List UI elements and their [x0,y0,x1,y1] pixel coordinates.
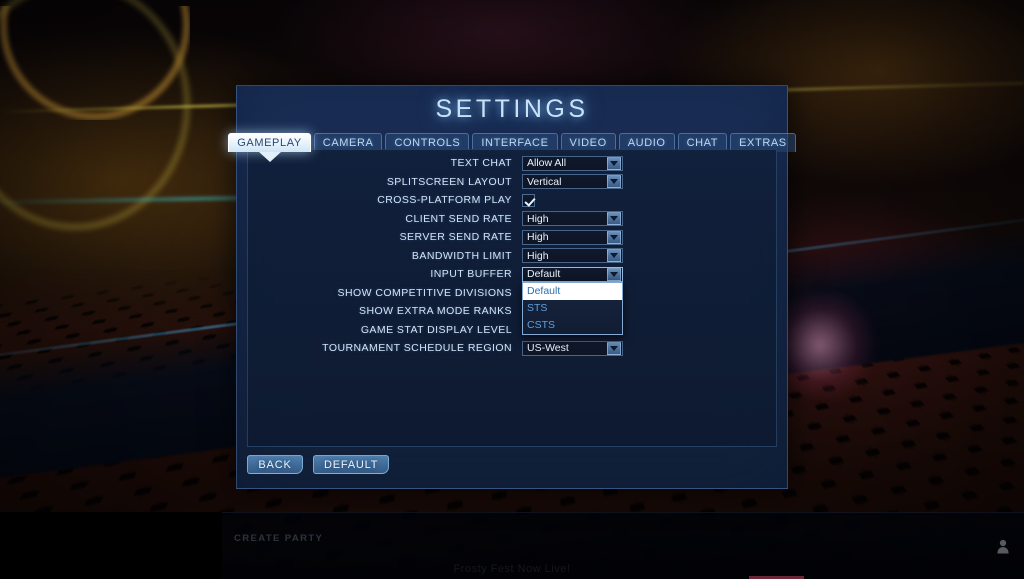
setting-control: Default Default STS CSTS [522,266,623,335]
tab-label: VIDEO [569,137,607,149]
tab-gameplay[interactable]: GAMEPLAY [228,133,311,162]
select-value: Default [527,268,561,281]
default-button[interactable]: DEFAULT [313,455,390,474]
server-send-rate-select[interactable]: High [522,229,623,245]
setting-label: GAME STAT DISPLAY LEVEL [360,323,512,336]
dropdown-option-default[interactable]: Default [523,282,622,300]
text-chat-select[interactable]: Allow All [522,155,623,171]
select-value: High [527,231,549,244]
input-buffer-select[interactable]: Default [522,266,623,282]
create-party-button[interactable]: CREATE PARTY [234,533,323,544]
tab-label: CONTROLS [394,137,461,149]
setting-row-game-stat-display-level: GAME STAT DISPLAY LEVEL [248,321,776,340]
setting-label: INPUT BUFFER [430,268,512,281]
cross-platform-play-checkbox[interactable] [522,193,535,207]
setting-row-input-buffer: INPUT BUFFER Default Default STS CSTS [248,265,776,335]
setting-label: SPLITSCREEN LAYOUT [386,175,512,188]
setting-row-text-chat: TEXT CHAT Allow All [248,154,776,173]
setting-label: BANDWIDTH LIMIT [411,249,512,262]
tournament-schedule-region-select[interactable]: US-West [522,340,623,356]
game-screen: CREATE PARTY Frosty Fest Now Live! SETTI… [0,0,1024,579]
settings-modal: SETTINGS GAMEPLAY CAMERA CONTROLS INTERF… [228,85,796,489]
client-send-rate-select[interactable]: High [522,211,623,227]
chevron-down-icon[interactable] [607,212,621,226]
setting-row-show-competitive-divisions: SHOW COMPETITIVE DIVISIONS [248,284,776,303]
setting-control: High [522,248,623,264]
setting-row-bandwidth-limit: BANDWIDTH LIMIT High [248,247,776,266]
dropdown-option-csts[interactable]: CSTS [523,317,622,334]
input-buffer-dropdown-list: Default STS CSTS [522,281,623,335]
setting-label: SERVER SEND RATE [399,231,512,244]
chevron-down-icon[interactable] [607,249,621,263]
setting-control [522,193,535,207]
user-icon[interactable] [996,538,1010,556]
chevron-down-icon[interactable] [607,175,621,189]
setting-row-splitscreen-layout: SPLITSCREEN LAYOUT Vertical [248,173,776,192]
bottom-hud-bar: CREATE PARTY Frosty Fest Now Live! [0,512,1024,579]
setting-control: Vertical [522,174,623,190]
splitscreen-layout-select[interactable]: Vertical [522,174,623,190]
select-value: Vertical [527,175,562,188]
setting-control: High [522,211,623,227]
tab-active-notch-icon [258,152,281,162]
chevron-down-icon[interactable] [607,341,621,355]
tab-label: INTERFACE [481,137,549,149]
tab-label: CHAT [686,137,719,149]
setting-label: SHOW EXTRA MODE RANKS [359,305,512,318]
chevron-down-icon[interactable] [607,267,621,281]
news-ticker: Frosty Fest Now Live! [453,563,571,575]
tab-label: AUDIO [627,137,666,149]
tab-label: EXTRAS [739,137,787,149]
tab-label: CAMERA [322,137,374,149]
setting-label: SHOW COMPETITIVE DIVISIONS [337,286,512,299]
setting-label: TOURNAMENT SCHEDULE REGION [322,342,512,355]
setting-row-tournament-schedule-region: TOURNAMENT SCHEDULE REGION US-West [248,339,776,358]
setting-control: Allow All [522,155,623,171]
select-value: High [527,249,549,262]
page-title: SETTINGS [435,95,589,123]
select-value: Allow All [527,157,567,170]
settings-options-panel: TEXT CHAT Allow All SPLITSCREEN LAYOUT V… [247,149,777,447]
dropdown-option-sts[interactable]: STS [523,300,622,317]
setting-row-server-send-rate: SERVER SEND RATE High [248,228,776,247]
back-button[interactable]: BACK [247,455,303,474]
setting-row-client-send-rate: CLIENT SEND RATE High [248,210,776,229]
setting-label: TEXT CHAT [450,157,512,170]
setting-row-show-extra-mode-ranks: SHOW EXTRA MODE RANKS [248,302,776,321]
modal-footer: BACK DEFAULT [247,455,390,474]
setting-control: US-West [522,340,623,356]
setting-row-cross-platform-play: CROSS-PLATFORM PLAY [248,191,776,210]
bandwidth-limit-select[interactable]: High [522,248,623,264]
settings-rows-list: TEXT CHAT Allow All SPLITSCREEN LAYOUT V… [248,150,776,358]
select-value: US-West [527,342,569,355]
setting-label: CROSS-PLATFORM PLAY [377,194,512,207]
setting-label: CLIENT SEND RATE [405,212,512,225]
setting-control: High [522,229,623,245]
chevron-down-icon[interactable] [607,230,621,244]
chevron-down-icon[interactable] [607,156,621,170]
tab-label: GAMEPLAY [237,137,302,149]
select-value: High [527,212,549,225]
